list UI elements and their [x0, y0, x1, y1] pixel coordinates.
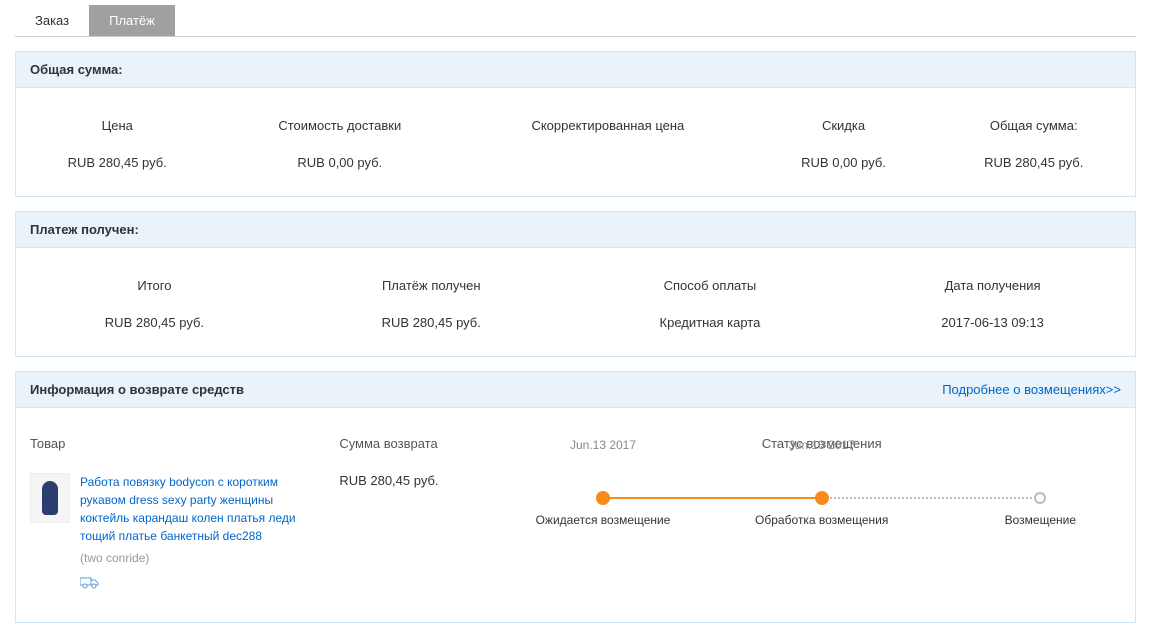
col-discount: Скидка	[755, 98, 933, 147]
col-received: Платёж получен	[293, 258, 570, 307]
table-row: Работа повязку bodycon с коротким рукаво…	[16, 463, 1135, 604]
col-product: Товар	[16, 418, 329, 463]
val-date: 2017-06-13 09:13	[850, 307, 1135, 338]
tabs-nav: Заказ Платёж	[15, 5, 1136, 37]
timeline-dot-1	[596, 491, 610, 505]
val-price: RUB 280,45 руб.	[16, 147, 218, 178]
truck-icon	[80, 575, 100, 594]
product-image[interactable]	[30, 473, 70, 523]
panel-received: Платеж получен: Итого Платёж получен Спо…	[15, 211, 1136, 357]
timeline-label-1: Ожидается возмещение	[536, 513, 671, 527]
product-sku: (two conride)	[80, 549, 319, 567]
panel-total: Общая сумма: Цена Стоимость доставки Ско…	[15, 51, 1136, 197]
val-adjusted	[461, 147, 754, 178]
table-row: RUB 280,45 руб. RUB 280,45 руб. Кредитна…	[16, 307, 1135, 338]
timeline-dot-2	[815, 491, 829, 505]
timeline-date-1: Jun.13 2017	[570, 438, 636, 452]
total-table: Цена Стоимость доставки Скорректированна…	[16, 98, 1135, 178]
refund-timeline: Jun.13 2017 Jun.13 2017	[518, 473, 1125, 541]
refund-table: Товар Сумма возврата Статус возмещения Р…	[16, 418, 1135, 604]
panel-refund-title: Информация о возврате средств	[30, 382, 244, 397]
col-method: Способ оплаты	[570, 258, 850, 307]
received-table: Итого Платёж получен Способ оплаты Дата …	[16, 258, 1135, 338]
product-cell: Работа повязку bodycon с коротким рукаво…	[30, 473, 319, 594]
val-method: Кредитная карта	[570, 307, 850, 338]
tab-order[interactable]: Заказ	[15, 5, 89, 36]
col-price: Цена	[16, 98, 218, 147]
tab-payment[interactable]: Платёж	[89, 5, 175, 36]
val-shipping: RUB 0,00 руб.	[218, 147, 461, 178]
panel-refund: Информация о возврате средств Подробнее …	[15, 371, 1136, 623]
col-shipping: Стоимость доставки	[218, 98, 461, 147]
table-row: RUB 280,45 руб. RUB 0,00 руб. RUB 0,00 р…	[16, 147, 1135, 178]
product-title-link[interactable]: Работа повязку bodycon с коротким рукаво…	[80, 473, 319, 545]
val-subtotal: RUB 280,45 руб.	[16, 307, 293, 338]
timeline-label-2: Обработка возмещения	[755, 513, 888, 527]
col-subtotal: Итого	[16, 258, 293, 307]
panel-refund-header: Информация о возврате средств Подробнее …	[16, 372, 1135, 408]
col-date: Дата получения	[850, 258, 1135, 307]
val-discount: RUB 0,00 руб.	[755, 147, 933, 178]
panel-received-title: Платеж получен:	[30, 222, 139, 237]
timeline-date-2: Jun.13 2017	[789, 438, 855, 452]
panel-total-header: Общая сумма:	[16, 52, 1135, 88]
more-refunds-link[interactable]: Подробнее о возмещениях>>	[942, 382, 1121, 397]
timeline-dot-3	[1034, 492, 1046, 504]
col-adjusted: Скорректированная цена	[461, 98, 754, 147]
val-received: RUB 280,45 руб.	[293, 307, 570, 338]
timeline-segment-filled	[603, 497, 822, 499]
col-total: Общая сумма:	[932, 98, 1135, 147]
col-amount: Сумма возврата	[329, 418, 508, 463]
refund-amount: RUB 280,45 руб.	[329, 463, 508, 604]
panel-total-title: Общая сумма:	[30, 62, 123, 77]
val-total: RUB 280,45 руб.	[932, 147, 1135, 178]
timeline-label-3: Возмещение	[1005, 513, 1076, 527]
timeline-segment-dashed	[822, 497, 1041, 499]
panel-received-header: Платеж получен:	[16, 212, 1135, 248]
